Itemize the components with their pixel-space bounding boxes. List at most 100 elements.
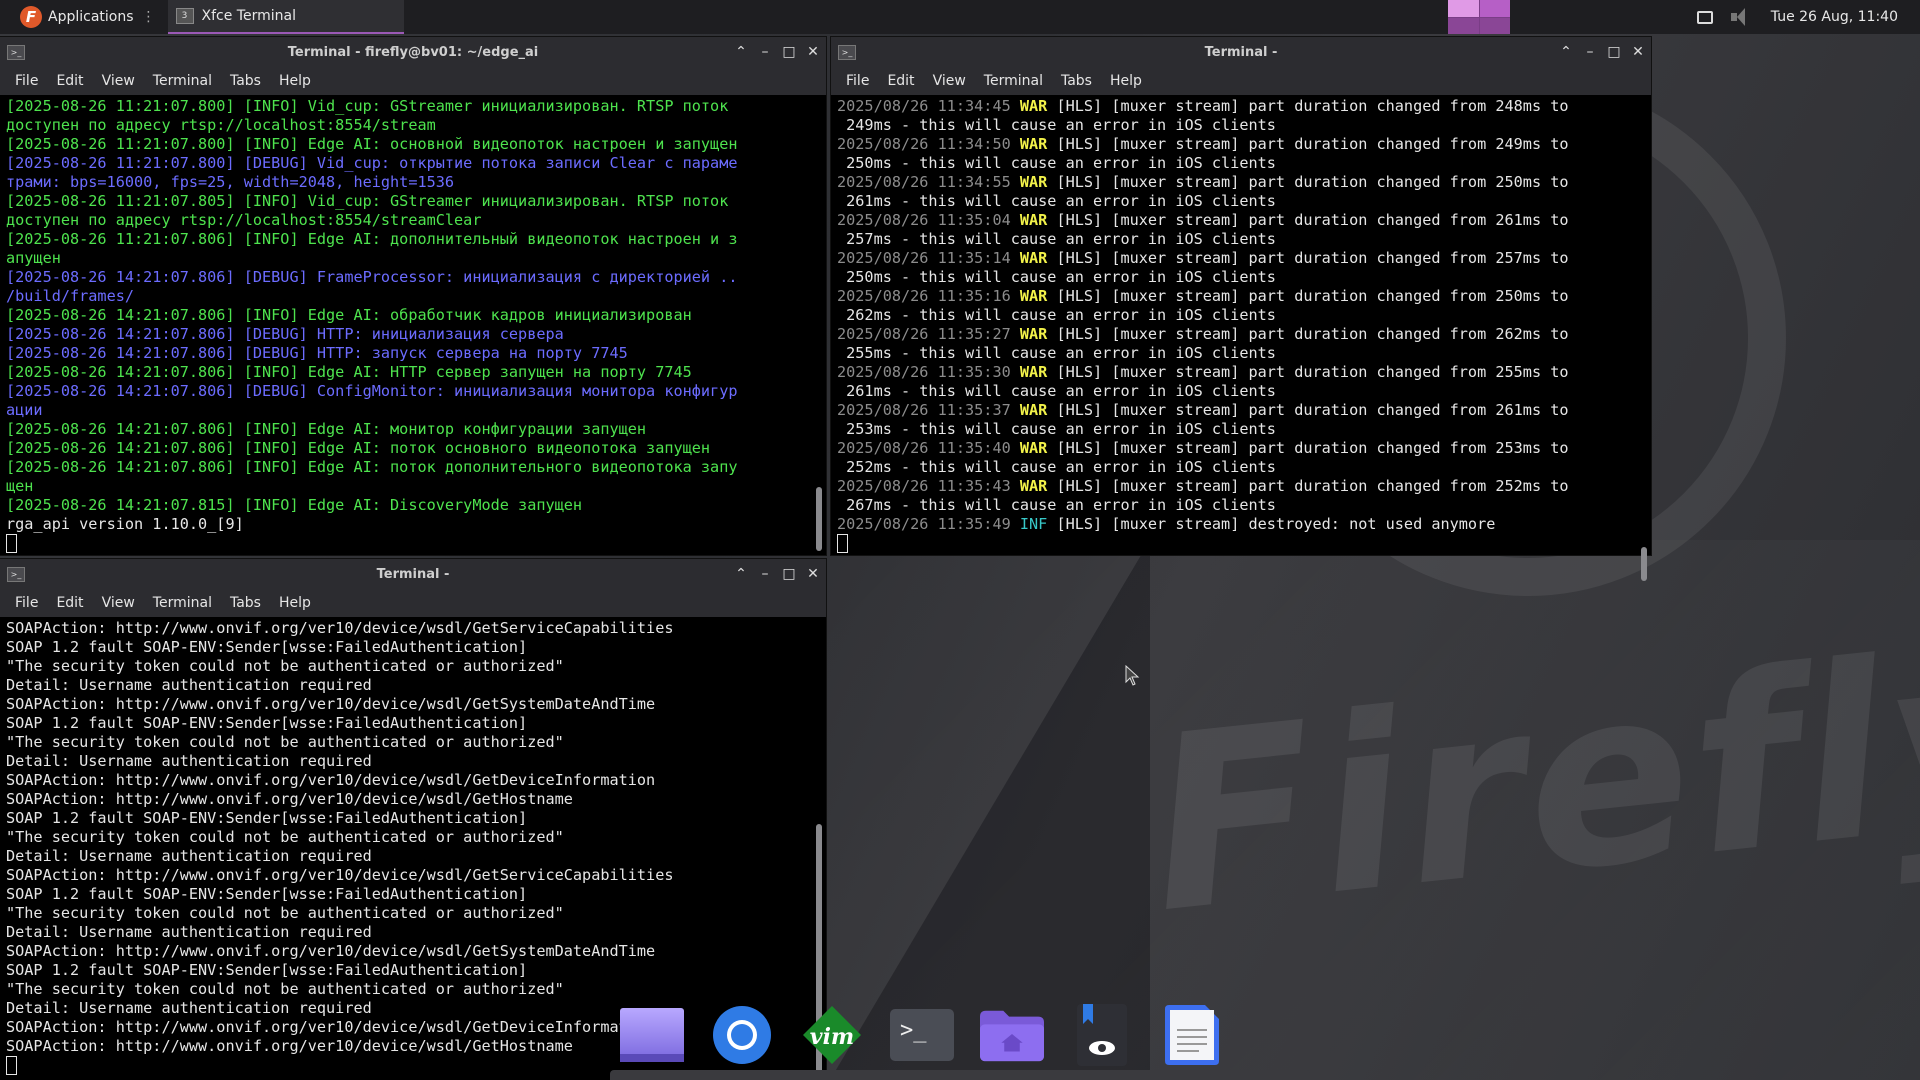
maximize-button[interactable]: □: [782, 566, 796, 582]
log-timestamp: 2025/08/26 11:35:30: [837, 363, 1011, 381]
dock-item-vim[interactable]: vim: [800, 1003, 864, 1067]
terminal-window-icon[interactable]: >_: [7, 566, 25, 582]
close-button[interactable]: ✕: [806, 566, 820, 582]
terminal-output[interactable]: 2025/08/26 11:34:45 WAR [HLS] [muxer str…: [831, 95, 1651, 555]
window-titlebar[interactable]: >_ Terminal - ⌃ – □ ✕: [831, 37, 1651, 67]
menu-terminal[interactable]: Terminal: [144, 595, 221, 611]
system-tray: Tue 26 Aug, 11:40: [1696, 0, 1920, 34]
maximize-button[interactable]: □: [1607, 44, 1621, 60]
log-line: щен: [6, 477, 826, 496]
terminal-window-icon[interactable]: >_: [838, 44, 856, 60]
log-line: 2025/08/26 11:35:30 WAR [HLS] [muxer str…: [837, 363, 1651, 382]
terminal-output[interactable]: [2025-08-26 11:21:07.800] [INFO] Vid_cup…: [0, 95, 826, 555]
dock-item-terminal[interactable]: >_: [890, 1003, 954, 1067]
terminal-window-hls[interactable]: >_ Terminal - ⌃ – □ ✕ File Edit View Ter…: [831, 37, 1651, 581]
dock-item-desktop[interactable]: [620, 1003, 684, 1067]
dock-item-chromium[interactable]: [710, 1003, 774, 1067]
menu-terminal[interactable]: Terminal: [975, 73, 1052, 89]
log-line-text: доступен по адресу rtsp://localhost:8554…: [6, 116, 436, 134]
window-titlebar[interactable]: >_ Terminal - firefly@bv01: ~/edge_ai ⌃ …: [0, 37, 826, 67]
menu-tabs[interactable]: Tabs: [221, 595, 270, 611]
log-line-continuation: 250ms - this will cause an error in iOS …: [837, 154, 1651, 173]
log-line: "The security token could not be authent…: [6, 904, 826, 923]
maximize-button[interactable]: □: [782, 44, 796, 60]
menu-terminal[interactable]: Terminal: [144, 73, 221, 89]
menu-file[interactable]: File: [6, 595, 47, 611]
terminal-cursor: [6, 534, 17, 553]
minimize-button[interactable]: –: [758, 566, 772, 582]
log-line-text: SOAP 1.2 fault SOAP-ENV:Sender[wsse:Fail…: [6, 809, 528, 827]
log-line: 2025/08/26 11:34:45 WAR [HLS] [muxer str…: [837, 97, 1651, 116]
minimize-button[interactable]: –: [1583, 44, 1597, 60]
log-line: [2025-08-26 14:21:07.806] [INFO] Edge AI…: [6, 306, 826, 325]
window-shade-button[interactable]: ⌃: [1559, 44, 1573, 60]
log-line-text: [2025-08-26 14:21:07.806] [DEBUG] FrameP…: [6, 268, 738, 286]
display-icon[interactable]: [1696, 10, 1713, 24]
volume-icon[interactable]: [1730, 8, 1753, 26]
menu-tabs[interactable]: Tabs: [1052, 73, 1101, 89]
menu-view[interactable]: View: [93, 595, 144, 611]
log-level: WAR: [1019, 211, 1048, 229]
menu-help[interactable]: Help: [270, 595, 320, 611]
workspace-3[interactable]: [1448, 17, 1479, 34]
log-line: "The security token could not be authent…: [6, 733, 826, 752]
mouse-pointer-icon: [1125, 665, 1140, 686]
log-line: SOAPAction: http://www.onvif.org/ver10/d…: [6, 619, 826, 638]
log-line: SOAPAction: http://www.onvif.org/ver10/d…: [6, 866, 826, 885]
menu-view[interactable]: View: [93, 73, 144, 89]
log-line: 2025/08/26 11:35:37 WAR [HLS] [muxer str…: [837, 401, 1651, 420]
scrollbar-thumb[interactable]: [1641, 547, 1647, 581]
log-timestamp: 2025/08/26 11:35:16: [837, 287, 1011, 305]
log-message-continuation: 261ms - this will cause an error in iOS …: [837, 192, 1276, 210]
log-line-text: SOAPAction: http://www.onvif.org/ver10/d…: [6, 866, 674, 884]
panel-clock[interactable]: Tue 26 Aug, 11:40: [1771, 9, 1898, 25]
log-line-continuation: 261ms - this will cause an error in iOS …: [837, 382, 1651, 401]
terminal-window-edge-ai[interactable]: >_ Terminal - firefly@bv01: ~/edge_ai ⌃ …: [0, 37, 826, 555]
menu-file[interactable]: File: [6, 73, 47, 89]
menu-view[interactable]: View: [924, 73, 975, 89]
menu-edit[interactable]: Edit: [47, 73, 92, 89]
log-level: WAR: [1019, 249, 1048, 267]
menu-help[interactable]: Help: [270, 73, 320, 89]
text-editor-icon: [1165, 1005, 1219, 1065]
workspace-1[interactable]: [1448, 0, 1479, 17]
desktop-icon: [620, 1008, 684, 1062]
taskbar-button-terminal[interactable]: 3 Xfce Terminal: [167, 0, 404, 34]
log-line: [2025-08-26 14:21:07.806] [INFO] Edge AI…: [6, 363, 826, 382]
log-line-text: SOAP 1.2 fault SOAP-ENV:Sender[wsse:Fail…: [6, 885, 528, 903]
workspace-switcher[interactable]: [1448, 0, 1510, 34]
log-line-text: "The security token could not be authent…: [6, 733, 564, 751]
log-line-continuation: 255ms - this will cause an error in iOS …: [837, 344, 1651, 363]
menu-help[interactable]: Help: [1101, 73, 1151, 89]
log-line: 2025/08/26 11:35:43 WAR [HLS] [muxer str…: [837, 477, 1651, 496]
window-title: Terminal -: [1204, 44, 1278, 60]
close-button[interactable]: ✕: [1631, 44, 1645, 60]
minimize-button[interactable]: –: [758, 44, 772, 60]
close-button[interactable]: ✕: [806, 44, 820, 60]
log-line-text: SOAPAction: http://www.onvif.org/ver10/d…: [6, 942, 656, 960]
log-line-text: SOAPAction: http://www.onvif.org/ver10/d…: [6, 1018, 656, 1036]
log-message-continuation: 255ms - this will cause an error in iOS …: [837, 344, 1276, 362]
log-line-text: SOAP 1.2 fault SOAP-ENV:Sender[wsse:Fail…: [6, 638, 528, 656]
dock-item-files[interactable]: [980, 1003, 1044, 1067]
menu-tabs[interactable]: Tabs: [221, 73, 270, 89]
terminal-cursor: [6, 1056, 17, 1075]
scrollbar[interactable]: [1641, 97, 1647, 581]
window-shade-button[interactable]: ⌃: [734, 44, 748, 60]
menu-file[interactable]: File: [837, 73, 878, 89]
dock-item-document-viewer[interactable]: [1070, 1003, 1134, 1067]
workspace-2[interactable]: [1479, 0, 1510, 17]
scrollbar[interactable]: [816, 97, 822, 553]
terminal-window-icon[interactable]: >_: [7, 44, 25, 60]
dock-item-text-editor[interactable]: [1160, 1003, 1224, 1067]
window-titlebar[interactable]: >_ Terminal - ⌃ – □ ✕: [0, 559, 826, 589]
applications-menu-button[interactable]: F Applications ⋮: [0, 0, 162, 34]
scrollbar-thumb[interactable]: [816, 487, 822, 551]
menu-edit[interactable]: Edit: [47, 595, 92, 611]
menu-edit[interactable]: Edit: [878, 73, 923, 89]
top-panel: F Applications ⋮ 3 Xfce Terminal Tue 26 …: [0, 0, 1920, 34]
workspace-4[interactable]: [1479, 17, 1510, 34]
log-line-text: [2025-08-26 14:21:07.806] [INFO] Edge AI…: [6, 458, 738, 476]
window-shade-button[interactable]: ⌃: [734, 566, 748, 582]
terminal-icon-label: >_: [900, 1018, 927, 1043]
